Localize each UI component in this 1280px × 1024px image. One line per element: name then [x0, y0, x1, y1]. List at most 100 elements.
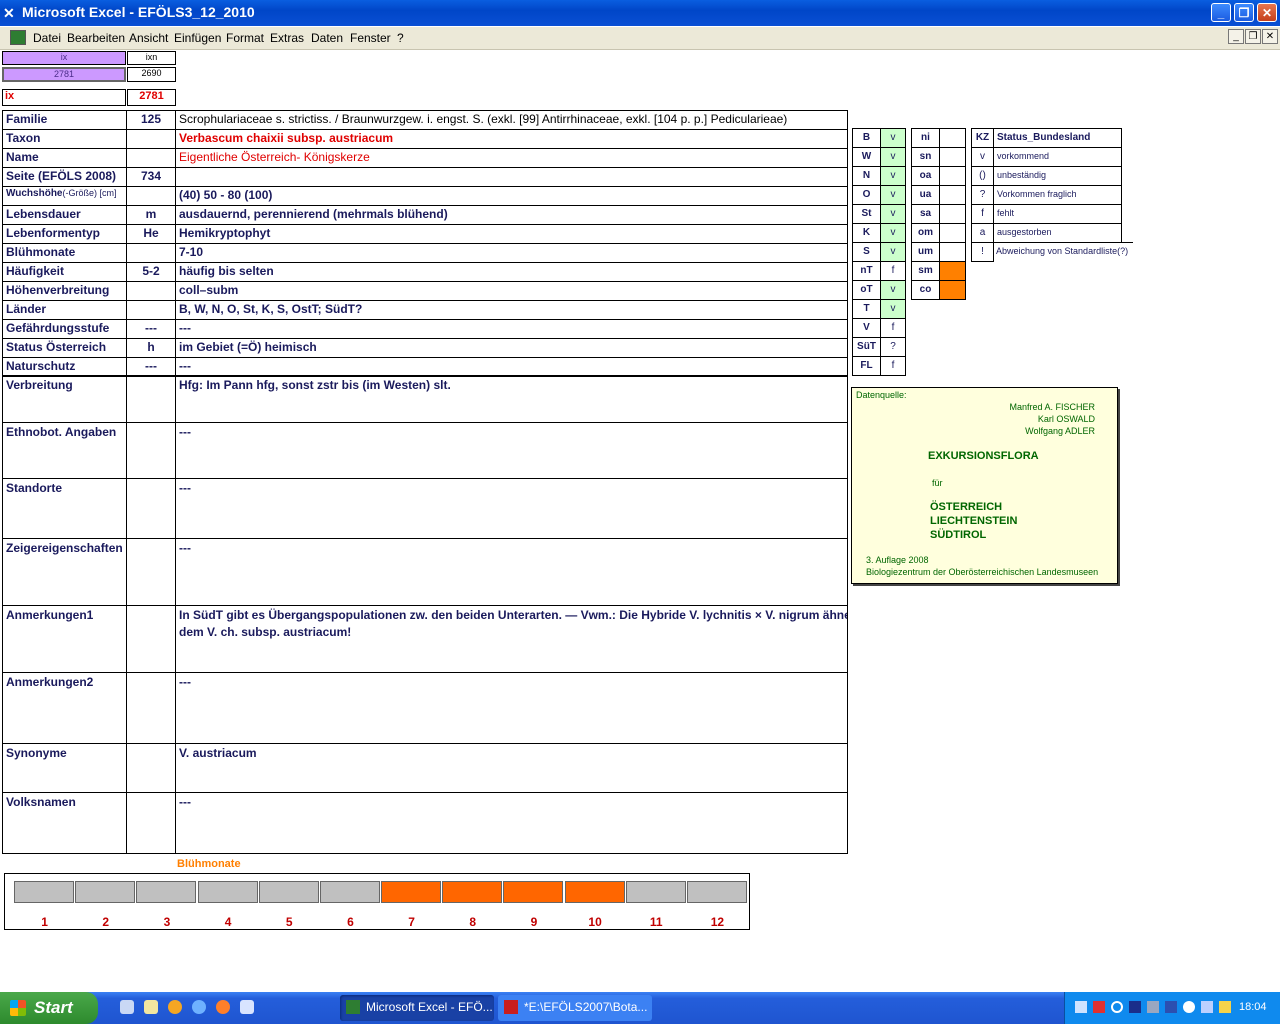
legend-text[interactable]: ausgestorben [993, 223, 1122, 243]
altitude-code[interactable]: ni [911, 128, 940, 148]
region-status[interactable]: v [880, 147, 906, 167]
menu-item[interactable]: Datei [33, 31, 61, 45]
row-label[interactable]: Gefährdungsstufe [2, 319, 127, 339]
row-value[interactable]: --- [175, 357, 848, 377]
security-icon[interactable] [1093, 1001, 1105, 1013]
task-document[interactable]: *E:\EFÖLS2007\Bota... [498, 995, 652, 1021]
section-label[interactable]: Volksnamen [2, 792, 127, 854]
row-value[interactable]: häufig bis selten [175, 262, 848, 282]
region-status[interactable]: v [880, 204, 906, 224]
section-code[interactable] [126, 605, 176, 673]
legend-kz[interactable]: v [971, 147, 994, 167]
section-label[interactable]: Standorte [2, 478, 127, 539]
row-value[interactable]: ausdauernd, perennierend (mehrmals blühe… [175, 205, 848, 225]
menu-item[interactable]: Format [226, 31, 264, 45]
region-code[interactable]: FL [852, 356, 881, 376]
altitude-code[interactable]: oa [911, 166, 940, 186]
altitude-code[interactable]: sn [911, 147, 940, 167]
legend-kz[interactable]: () [971, 166, 994, 186]
menu-item[interactable]: Einfügen [174, 31, 221, 45]
menu-item[interactable]: ? [397, 31, 404, 45]
region-code[interactable]: SüT [852, 337, 881, 357]
section-value[interactable]: V. austriacum [175, 743, 848, 793]
region-code[interactable]: O [852, 185, 881, 205]
section-label[interactable]: Anmerkungen1 [2, 605, 127, 673]
search-icon[interactable] [1111, 1001, 1123, 1013]
altitude-flag[interactable] [939, 223, 966, 243]
region-status[interactable]: v [880, 185, 906, 205]
section-code[interactable] [126, 792, 176, 854]
tool-icon[interactable] [1147, 1001, 1159, 1013]
ixn-value-cell[interactable]: 2690 [127, 67, 176, 82]
altitude-flag[interactable] [939, 185, 966, 205]
altitude-flag[interactable] [939, 166, 966, 186]
update-icon[interactable] [1219, 1001, 1231, 1013]
section-label[interactable]: Anmerkungen2 [2, 672, 127, 744]
section-value[interactable]: --- [175, 672, 848, 744]
region-status[interactable]: v [880, 280, 906, 300]
row-label[interactable]: Häufigkeit [2, 262, 127, 282]
row-label[interactable]: Lebensdauer [2, 205, 127, 225]
menu-item[interactable]: Bearbeiten [67, 31, 125, 45]
row-value[interactable] [175, 167, 848, 187]
region-code[interactable]: W [852, 147, 881, 167]
region-status[interactable]: v [880, 242, 906, 262]
section-value[interactable]: --- [175, 422, 848, 479]
row-value[interactable]: --- [175, 319, 848, 339]
region-code[interactable]: S [852, 242, 881, 262]
section-value[interactable]: --- [175, 792, 848, 854]
altitude-flag[interactable] [939, 242, 966, 262]
clock[interactable]: 18:04 [1239, 1001, 1267, 1013]
info-icon[interactable] [1183, 1001, 1195, 1013]
legend-text[interactable]: fehlt [993, 204, 1122, 224]
legend-text[interactable]: Abweichung von Standardliste(?) [993, 242, 1133, 262]
section-label[interactable]: Verbreitung [2, 375, 127, 423]
section-code[interactable] [126, 375, 176, 423]
section-code[interactable] [126, 743, 176, 793]
row-code[interactable]: m [126, 205, 176, 225]
excel-app-icon[interactable]: ✕ [3, 5, 19, 21]
altitude-flag[interactable] [939, 261, 966, 281]
row-label[interactable]: Wuchshöhe(-Größe) [cm] [2, 186, 127, 206]
region-code[interactable]: N [852, 166, 881, 186]
section-label[interactable]: Synonyme [2, 743, 127, 793]
row-code[interactable] [126, 129, 176, 149]
legend-text[interactable]: unbeständig [993, 166, 1122, 186]
region-status[interactable]: v [880, 299, 906, 319]
legend-kz-header[interactable]: KZ [971, 128, 994, 148]
region-code[interactable]: V [852, 318, 881, 338]
region-status[interactable]: v [880, 223, 906, 243]
legend-kz[interactable]: ! [971, 242, 994, 262]
row-value[interactable]: Scrophulariaceae s. strictiss. / Braunwu… [175, 110, 848, 130]
shield-icon[interactable] [1129, 1001, 1141, 1013]
media-player-icon[interactable] [168, 1000, 182, 1014]
altitude-code[interactable]: ua [911, 185, 940, 205]
section-value[interactable]: --- [175, 478, 848, 539]
row-code[interactable] [126, 186, 176, 206]
altitude-code[interactable]: om [911, 223, 940, 243]
altitude-flag[interactable] [939, 204, 966, 224]
legend-text[interactable]: Vorkommen fraglich [993, 185, 1122, 205]
row-value[interactable]: Eigentliche Österreich- Königskerze [175, 148, 848, 168]
ix-header-cell[interactable]: ix [2, 51, 126, 65]
row-code[interactable]: 734 [126, 167, 176, 187]
region-status[interactable]: v [880, 166, 906, 186]
menu-item[interactable]: Daten [311, 31, 343, 45]
row-code[interactable] [126, 243, 176, 263]
workbook-close-button[interactable]: ✕ [1262, 29, 1278, 44]
row-label[interactable]: Naturschutz [2, 357, 127, 377]
row-label[interactable]: Seite (EFÖLS 2008) [2, 167, 127, 187]
section-code[interactable] [126, 422, 176, 479]
region-status[interactable]: f [880, 356, 906, 376]
worksheet[interactable]: ix ixn 2781 2690 ix 2781 Familie 125 Scrop… [0, 50, 1280, 992]
row-label[interactable]: Status Österreich [2, 338, 127, 358]
ix-value-cell[interactable]: 2781 [2, 67, 126, 82]
menu-item[interactable]: Ansicht [129, 31, 168, 45]
row-label[interactable]: Länder [2, 300, 127, 320]
region-code[interactable]: nT [852, 261, 881, 281]
start-button[interactable]: Start [0, 992, 98, 1024]
ie-icon[interactable] [192, 1000, 206, 1014]
altitude-code[interactable]: sa [911, 204, 940, 224]
region-code[interactable]: K [852, 223, 881, 243]
section-value[interactable]: --- [175, 538, 848, 606]
